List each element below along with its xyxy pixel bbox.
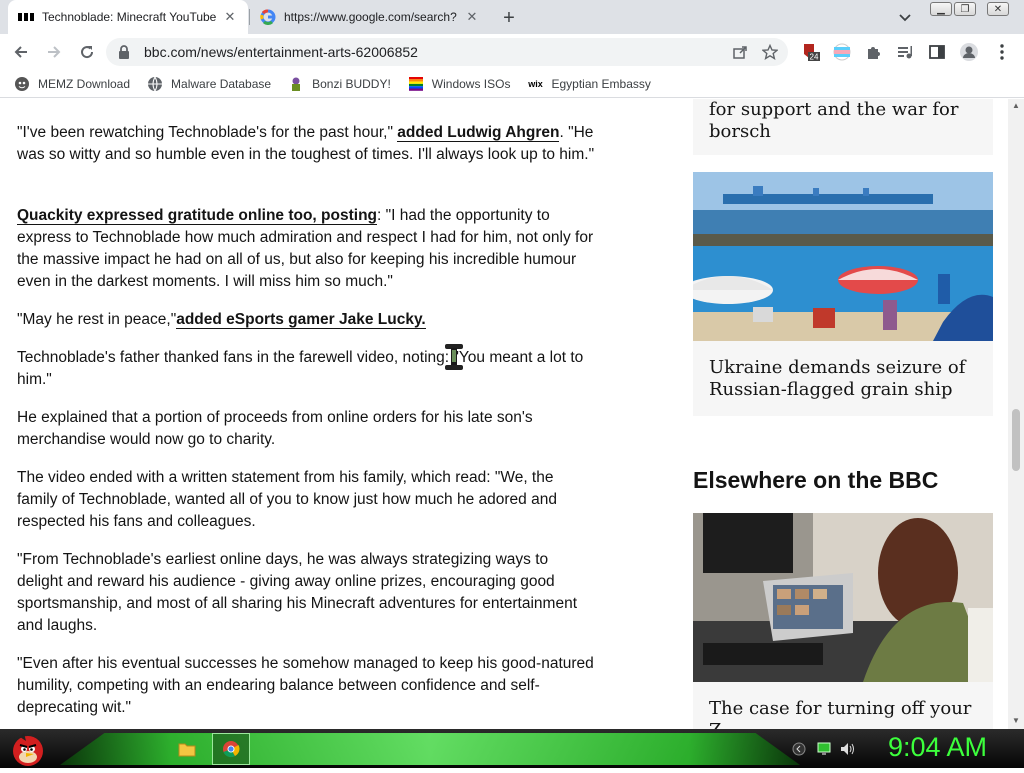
globe-icon — [147, 76, 163, 92]
tab-search-chevron-icon[interactable] — [896, 9, 914, 27]
start-angry-bird-icon[interactable] — [6, 729, 48, 768]
restore-button[interactable]: ❐ — [950, 0, 980, 18]
taskbar: 9:04 AM — [0, 729, 1024, 768]
forward-arrow-icon[interactable] — [43, 41, 65, 63]
wix-icon: wix — [528, 78, 543, 89]
file-explorer-taskbar-button[interactable] — [168, 733, 206, 765]
bookmark-malware-database[interactable]: Malware Database — [147, 76, 271, 92]
tab-close-icon[interactable]: ✕ — [222, 9, 238, 25]
back-arrow-icon[interactable] — [10, 41, 32, 63]
tab-strip: Technoblade: Minecraft YouTube ✕ https:/… — [0, 0, 1024, 34]
article-paragraph: "I've been rewatching Technoblade's for … — [17, 124, 595, 163]
chrome-taskbar-button[interactable] — [212, 733, 250, 765]
scroll-thumb[interactable] — [1012, 409, 1020, 471]
bookmark-label: Egyptian Embassy — [551, 76, 651, 91]
windows-flag-icon — [408, 76, 424, 92]
bookmark-memz[interactable]: MEMZ Download — [14, 76, 130, 92]
article-paragraph: Technoblade's father thanked fans in the… — [17, 349, 584, 388]
link-ludwig-ahgren[interactable]: added Ludwig Ahgren — [397, 124, 560, 142]
bonzi-icon — [288, 76, 304, 92]
taskbar-clock[interactable]: 9:04 AM — [888, 732, 987, 763]
related-card[interactable]: The case for turning off your Z — [693, 513, 993, 729]
article-paragraph: "May he rest in peace,"added eSports gam… — [17, 311, 426, 329]
scroll-up-arrow-icon[interactable]: ▲ — [1012, 101, 1020, 110]
bookmark-windows-isos[interactable]: Windows ISOs — [408, 76, 511, 92]
side-panel-icon[interactable] — [927, 42, 947, 62]
folder-icon — [178, 743, 196, 757]
tray-expand-icon[interactable] — [791, 741, 807, 757]
volume-icon[interactable] — [840, 741, 856, 757]
related-card-title: for support and the war for borsch — [709, 99, 959, 142]
bookmark-egyptian-embassy[interactable]: wix Egyptian Embassy — [527, 76, 651, 92]
url-text: bbc.com/news/entertainment-arts-62006852 — [144, 44, 418, 60]
memz-icon — [14, 76, 30, 92]
extension-badge: 24 — [810, 53, 819, 62]
tab-close-icon[interactable]: ✕ — [464, 9, 480, 25]
chrome-icon — [223, 741, 240, 758]
bookmark-label: Malware Database — [171, 76, 272, 91]
tab-technoblade[interactable]: Technoblade: Minecraft YouTube ✕ — [8, 0, 248, 34]
new-tab-button[interactable]: + — [498, 7, 520, 29]
bookmarks-bar: MEMZ Download Malware Database Bonzi BUD… — [0, 70, 1024, 98]
profile-avatar-icon[interactable] — [959, 42, 979, 62]
related-card-title: Ukraine demands seizure of Russian-flagg… — [709, 357, 966, 400]
tab-google-search[interactable]: https://www.google.com/search? ✕ — [250, 0, 490, 34]
share-icon[interactable] — [732, 44, 748, 65]
article-paragraph: The video ended with a written statement… — [17, 469, 557, 530]
text-cursor-icon — [443, 344, 465, 370]
browser-toolbar: bbc.com/news/entertainment-arts-62006852… — [0, 34, 1024, 70]
extension-flag-icon[interactable] — [832, 42, 852, 62]
article-paragraph: Quackity expressed gratitude online too,… — [17, 207, 594, 290]
page-content: "I've been rewatching Technoblade's for … — [0, 99, 1008, 729]
network-icon[interactable] — [816, 741, 832, 757]
article-paragraph: "From Technoblade's earliest online days… — [17, 551, 577, 634]
beach-ship-image — [693, 172, 993, 341]
reload-icon[interactable] — [76, 41, 98, 63]
close-window-button[interactable]: ✕ — [983, 0, 1013, 18]
article-paragraph: He explained that a portion of proceeds … — [17, 409, 533, 448]
section-title: Elsewhere on the BBC — [693, 467, 939, 493]
bookmark-label: Bonzi BUDDY! — [312, 76, 391, 91]
bbc-favicon-icon — [18, 9, 34, 25]
related-card[interactable]: for support and the war for borsch — [693, 99, 993, 155]
lock-icon[interactable] — [118, 45, 132, 59]
related-card[interactable]: Ukraine demands seizure of Russian-flagg… — [693, 172, 993, 416]
extension-shield-icon[interactable]: 24 — [800, 42, 820, 62]
address-bar[interactable]: bbc.com/news/entertainment-arts-62006852 — [106, 38, 788, 66]
bookmark-label: Windows ISOs — [431, 76, 511, 91]
bookmark-label: MEMZ Download — [38, 76, 131, 91]
google-favicon-icon — [260, 9, 276, 25]
link-jake-lucky[interactable]: added eSports gamer Jake Lucky. — [176, 311, 426, 329]
tab-title: https://www.google.com/search? — [284, 10, 457, 24]
article-paragraph: "Even after his eventual successes he so… — [17, 655, 594, 716]
scroll-down-arrow-icon[interactable]: ▼ — [1012, 716, 1020, 725]
media-queue-icon[interactable] — [895, 42, 915, 62]
link-quackity[interactable]: Quackity expressed gratitude online too,… — [17, 207, 378, 225]
page-scrollbar[interactable]: ▲ ▼ — [1008, 99, 1024, 729]
video-call-image — [693, 513, 993, 682]
menu-kebab-icon[interactable] — [992, 42, 1012, 62]
related-card-title: The case for turning off your Z — [709, 698, 972, 729]
tab-title: Technoblade: Minecraft YouTube — [42, 10, 217, 24]
bookmark-bonzi-buddy[interactable]: Bonzi BUDDY! — [288, 76, 391, 92]
extensions-puzzle-icon[interactable] — [864, 42, 884, 62]
bookmark-star-icon[interactable] — [761, 43, 779, 65]
